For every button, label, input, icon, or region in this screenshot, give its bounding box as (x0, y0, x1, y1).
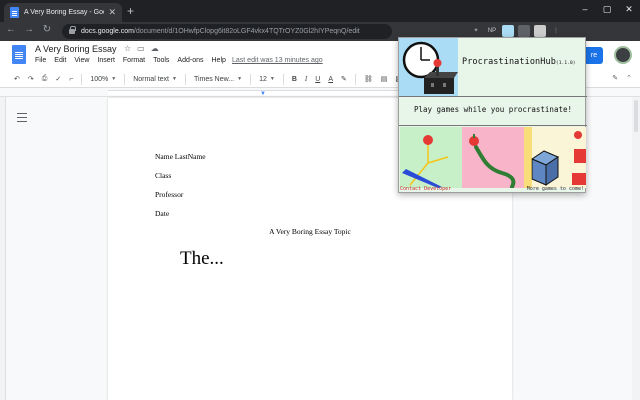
toolbar-divider (124, 73, 126, 85)
collapse-menu-icon[interactable]: ⌃ (626, 74, 632, 82)
extension-square-icon[interactable] (518, 25, 530, 37)
highlight-icon[interactable]: ✎ (341, 75, 347, 83)
doc-body-text: The... (180, 248, 224, 269)
doc-line-date: Date (155, 209, 170, 218)
vertical-scrollbar[interactable] (632, 97, 640, 400)
toolbar-divider (282, 73, 284, 85)
doc-heading: A Very Boring Essay Topic (269, 227, 351, 236)
comment-icon[interactable]: ▤ (381, 75, 388, 83)
editing-mode-pencil-icon[interactable]: ✎ (612, 74, 618, 82)
toolbar-divider (81, 73, 83, 85)
popup-divider (399, 96, 587, 97)
last-edit-link[interactable]: Last edit was 13 minutes ago (232, 57, 323, 64)
google-docs-favicon-icon (10, 7, 19, 18)
text-color-button[interactable]: A (328, 76, 333, 83)
redo-icon[interactable]: ↷ (28, 75, 34, 83)
italic-button[interactable]: I (305, 75, 307, 83)
undo-icon[interactable]: ↶ (14, 75, 20, 83)
link-icon[interactable]: ⛓ (364, 75, 373, 83)
procrastinationhub-logo-icon (399, 38, 458, 96)
doc-line-professor: Professor (155, 190, 184, 199)
doc-line-class: Class (155, 171, 172, 180)
left-rail (0, 97, 6, 400)
game-tile-snake[interactable] (462, 127, 524, 188)
browser-tab[interactable]: A Very Boring Essay - Google Do ✕ (4, 3, 122, 22)
document-outline-icon[interactable] (17, 113, 27, 122)
menu-format[interactable]: Format (123, 57, 145, 64)
style-value: Normal text (133, 75, 169, 83)
contact-developer-link[interactable]: Contact Developer (400, 186, 451, 192)
title-actions: ☆ ▭ ☁ (124, 44, 159, 53)
url-host: docs.google.com (81, 28, 134, 35)
paint-format-icon[interactable]: ⌐ (69, 76, 73, 83)
menu-tools[interactable]: Tools (153, 57, 169, 64)
chevron-down-icon: ▼ (269, 76, 275, 82)
back-arrow-icon[interactable]: ← (4, 24, 18, 35)
more-games-text: More games to come! (526, 186, 584, 192)
avatar[interactable] (614, 46, 632, 64)
popup-title-text: ProcrastinationHub (462, 57, 556, 67)
tab-title: A Very Boring Essay - Google Do (24, 9, 104, 16)
new-tab-button[interactable]: + (127, 4, 134, 18)
zoom-select[interactable]: 100% ▼ (90, 76, 116, 83)
address-bar[interactable]: docs.google.com/document/d/1OHwfpClopg6i… (62, 24, 392, 39)
font-select[interactable]: Times New... ▼ (194, 76, 242, 83)
spellcheck-icon[interactable]: ✓ (55, 75, 61, 83)
font-size-select[interactable]: 12 ▼ (259, 76, 275, 83)
game-tile-cubes[interactable] (524, 127, 586, 188)
star-icon[interactable]: ☆ (124, 44, 131, 53)
window-controls: – ▢ ✕ (574, 0, 640, 22)
menu-insert[interactable]: Insert (97, 57, 115, 64)
popup-tagline: Play games while you procrastinate! (413, 105, 573, 114)
font-size-value: 12 (259, 75, 267, 83)
bold-button[interactable]: B (292, 76, 297, 83)
close-window-icon[interactable]: ✕ (618, 0, 640, 22)
zoom-value: 100% (90, 75, 109, 83)
toolbar-right: ✎ ⌃ (612, 74, 632, 82)
style-select[interactable]: Normal text ▼ (133, 76, 177, 83)
game-tile-swing[interactable] (400, 127, 462, 188)
popup-version: (1.1.0) (555, 61, 576, 66)
menu-help[interactable]: Help (212, 57, 226, 64)
chevron-down-icon: ▼ (111, 76, 117, 82)
toolbar-divider (250, 73, 252, 85)
menu-file[interactable]: File (35, 57, 46, 64)
extension-puzzle-icon[interactable]: ✦ (470, 25, 482, 37)
extension-np-icon[interactable]: NP (486, 25, 498, 37)
share-button[interactable]: re (585, 47, 603, 64)
lock-icon (69, 26, 76, 34)
extension-icons: ✦ NP ⋮ (470, 25, 562, 37)
chevron-down-icon: ▼ (171, 76, 177, 82)
move-folder-icon[interactable]: ▭ (137, 44, 145, 53)
procrastinationhub-popup: ProcrastinationHub(1.1.0) Play games whi… (398, 37, 587, 193)
browser-tab-strip: A Very Boring Essay - Google Do ✕ + – ▢ … (0, 0, 640, 22)
scrollbar-thumb[interactable] (634, 100, 638, 132)
document-title[interactable]: A Very Boring Essay (35, 44, 117, 54)
chevron-down-icon: ▼ (237, 76, 243, 82)
menu-view[interactable]: View (74, 57, 89, 64)
font-value: Times New... (193, 75, 235, 83)
extension-procrastinationhub-icon[interactable] (502, 25, 514, 37)
cloud-icon[interactable]: ☁ (151, 44, 159, 53)
minimize-icon[interactable]: – (574, 0, 596, 22)
reload-icon[interactable]: ↻ (40, 24, 54, 35)
extension-tree-icon[interactable] (534, 25, 546, 37)
forward-arrow-icon[interactable]: → (22, 24, 36, 35)
toolbar-divider (354, 73, 356, 85)
url-text: docs.google.com/document/d/1OHwfpClopg6i… (81, 28, 360, 35)
menu-add-ons[interactable]: Add-ons (177, 57, 203, 64)
url-path: /document/d/1OHwfpClopg6it82oLGF4vkx4TQT… (133, 28, 360, 35)
browser-menu-icon[interactable]: ⋮ (550, 25, 562, 37)
underline-button[interactable]: U (315, 76, 320, 83)
toolbar-divider (184, 73, 186, 85)
menu-edit[interactable]: Edit (54, 57, 66, 64)
doc-line-name: Name LastName (155, 152, 206, 161)
print-icon[interactable]: ⎙ (42, 75, 48, 83)
maximize-icon[interactable]: ▢ (596, 0, 618, 22)
popup-title: ProcrastinationHub(1.1.0) (462, 57, 576, 67)
menu-bar: File Edit View Insert Format Tools Add-o… (35, 57, 226, 64)
popup-divider (399, 125, 587, 126)
close-tab-icon[interactable]: ✕ (108, 7, 116, 18)
google-docs-logo-icon[interactable] (12, 45, 26, 64)
